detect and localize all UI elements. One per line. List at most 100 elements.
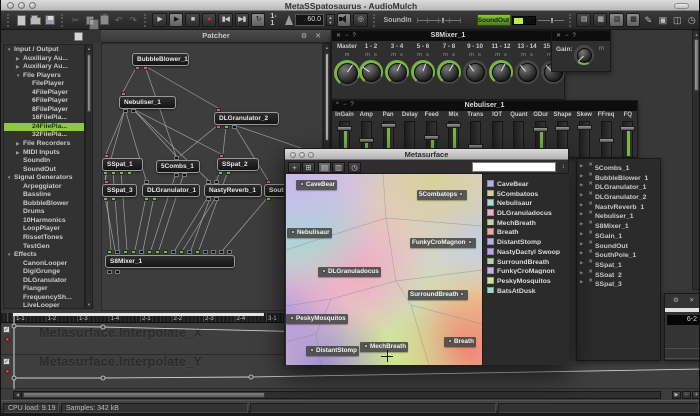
mixer-knob[interactable] [463, 60, 487, 84]
view-automation-button[interactable]: ▧ [609, 13, 623, 27]
node-port[interactable] [131, 250, 136, 254]
toolbar-toggle-capsule[interactable] [674, 3, 689, 9]
expand-triangle-icon[interactable]: ▶ [577, 248, 586, 258]
sidebar-item-drums[interactable]: Drums [4, 208, 84, 217]
soundin-fader[interactable] [417, 16, 461, 25]
sidebar-item-livelooper[interactable]: LiveLooper [4, 302, 84, 309]
node-port[interactable] [104, 180, 109, 184]
sidebar-item-signal-generators[interactable]: ▼Signal Generators [4, 174, 84, 183]
snapshot-row-funkycromagnon[interactable]: FunkyCroMagnon [483, 264, 569, 274]
node-port[interactable] [195, 250, 200, 254]
lane-y-record-dot[interactable] [5, 369, 10, 374]
node-port[interactable] [135, 66, 140, 70]
sidebar-item-auxiliary-au[interactable]: ▶Auxiliary Au... [4, 63, 84, 72]
list-view-button[interactable]: ▤ [318, 162, 331, 173]
node-port[interactable] [121, 92, 126, 96]
fader-handle[interactable] [550, 17, 554, 24]
mixer-knob[interactable] [489, 60, 513, 84]
node-port[interactable] [103, 171, 108, 175]
node-port[interactable] [104, 154, 109, 158]
mixer-knob[interactable] [385, 60, 409, 84]
snapshot-row-distantstomp[interactable]: DistantStomp [483, 235, 569, 245]
speaker-button[interactable] [337, 13, 351, 27]
surface-snapshot-distantstomp[interactable]: DistantStomp [306, 346, 359, 356]
snapshot-row-surroundbreath[interactable]: SurroundBreath [483, 255, 569, 265]
corner-close-icon[interactable]: ✕ [689, 296, 694, 304]
patcher-node-dlgranulator-1[interactable]: DLGranulator_1 [142, 184, 200, 197]
timeline-scrollbar[interactable]: ◀ [13, 391, 661, 399]
redo-icon[interactable]: ↷ [127, 14, 139, 27]
surface-snapshot-dlgranuladocus[interactable]: DLGranuladocus [318, 267, 381, 277]
triangle-down-icon[interactable]: ▼ [7, 46, 14, 55]
monitor-button[interactable]: ◎ [353, 13, 367, 27]
triangle-down-icon[interactable]: ▼ [7, 174, 14, 183]
node-port[interactable] [115, 270, 120, 274]
expand-triangle-icon[interactable]: ▶ [577, 258, 586, 268]
sgain-help-icon[interactable]: ? [573, 33, 580, 39]
add-snapshot-button[interactable]: + [288, 162, 301, 173]
autolist-item-nebuliser-1[interactable]: ▶✕Nebuliser_1 [577, 209, 660, 219]
expand-triangle-icon[interactable]: ▶ [577, 180, 586, 190]
nebuliser-titlebar[interactable]: ^−? Nebuliser_1 [332, 101, 637, 111]
sidebar-item-10harmonics[interactable]: 10Harmonics [4, 217, 84, 226]
node-port[interactable] [171, 250, 176, 254]
fader-handle[interactable] [533, 127, 548, 132]
soundout-fader[interactable] [538, 16, 564, 25]
node-port[interactable] [214, 180, 219, 184]
sidebar-item-digigrunge[interactable]: DigiGrunge [4, 268, 84, 277]
node-port[interactable] [266, 197, 271, 201]
sgain-minimize-icon[interactable]: − [565, 33, 573, 39]
scroll-left-icon[interactable]: ◀ [14, 392, 22, 398]
patcher-header[interactable]: Patcher ⚙ ✕ [101, 30, 331, 43]
patcher-node-nebuliser-1[interactable]: Nebuliser_1 [119, 96, 176, 109]
soundout-label[interactable]: SoundOut [477, 14, 511, 26]
lane-x-enable-checkbox[interactable]: ✓ [3, 326, 10, 333]
sidebar-item-fileplayer[interactable]: FilePlayer [4, 80, 84, 89]
snapshot-row-breath[interactable]: Breath [483, 225, 569, 235]
sidebar-item-file-players[interactable]: ▼File Players [4, 72, 84, 81]
node-port[interactable] [224, 125, 229, 129]
expand-triangle-icon[interactable]: ▶ [577, 200, 586, 210]
fader-handle[interactable] [381, 123, 396, 128]
mute-button[interactable]: m [363, 52, 372, 58]
node-port[interactable] [232, 125, 237, 129]
expand-triangle-icon[interactable]: ▶ [577, 209, 586, 219]
titlebar[interactable]: MetaSSpatosaurus - AudioMulch [1, 0, 700, 11]
sidebar-item-file-recorders[interactable]: ▶File Recorders [4, 140, 84, 149]
patcher-gear-icon[interactable]: ⚙ [299, 32, 309, 42]
paste-icon[interactable] [98, 14, 110, 27]
sidebar-item-16filepla[interactable]: 16FilePla... [4, 114, 84, 123]
fader-handle[interactable] [599, 138, 614, 143]
sidebar-item-8fileplayer[interactable]: 8FilePlayer [4, 106, 84, 115]
undo-icon[interactable]: ↶ [113, 14, 125, 27]
remove-icon[interactable]: ✕ [586, 209, 595, 219]
node-port[interactable] [119, 171, 124, 175]
sgain-close-icon[interactable]: ✕ [556, 33, 565, 39]
timeline-play-button[interactable]: ▶ [672, 391, 681, 399]
sidebar-item-rissettones[interactable]: RissetTones [4, 234, 84, 243]
cut-icon[interactable]: ✂ [69, 14, 81, 27]
timeline-zoom-out-button[interactable]: − [682, 391, 691, 399]
patcher-node-bubbleblower-1[interactable]: BubbleBlower_1 [132, 53, 189, 66]
node-port[interactable] [179, 250, 184, 254]
remove-icon[interactable]: ✕ [586, 239, 595, 249]
node-port[interactable] [163, 250, 168, 254]
node-port[interactable] [174, 173, 179, 177]
scroll-up-icon[interactable]: ▲ [693, 32, 700, 37]
node-port[interactable] [123, 250, 128, 254]
triangle-right-icon[interactable]: ▶ [16, 149, 23, 158]
fader-handle[interactable] [620, 126, 635, 131]
node-port[interactable] [107, 270, 112, 274]
surface-crosshair-icon[interactable] [381, 350, 393, 362]
surface-snapshot-peskymosquitos[interactable]: PeskyMosquitos [286, 314, 348, 324]
expand-triangle-icon[interactable]: ▶ [577, 171, 586, 181]
sidebar-item-input-output[interactable]: ▼Input / Output [4, 46, 84, 55]
node-port[interactable] [227, 250, 232, 254]
mute-button[interactable]: m [343, 52, 352, 58]
sidebar-item-canonlooper[interactable]: CanonLooper [4, 260, 84, 269]
stop-button[interactable]: ■ [185, 13, 199, 27]
expand-triangle-icon[interactable]: ▶ [577, 239, 586, 249]
snapshot-row-peskymosquitos[interactable]: PeskyMosquitos [483, 274, 569, 284]
save-icon[interactable] [44, 14, 56, 27]
lane-x-record-dot[interactable] [5, 337, 10, 342]
